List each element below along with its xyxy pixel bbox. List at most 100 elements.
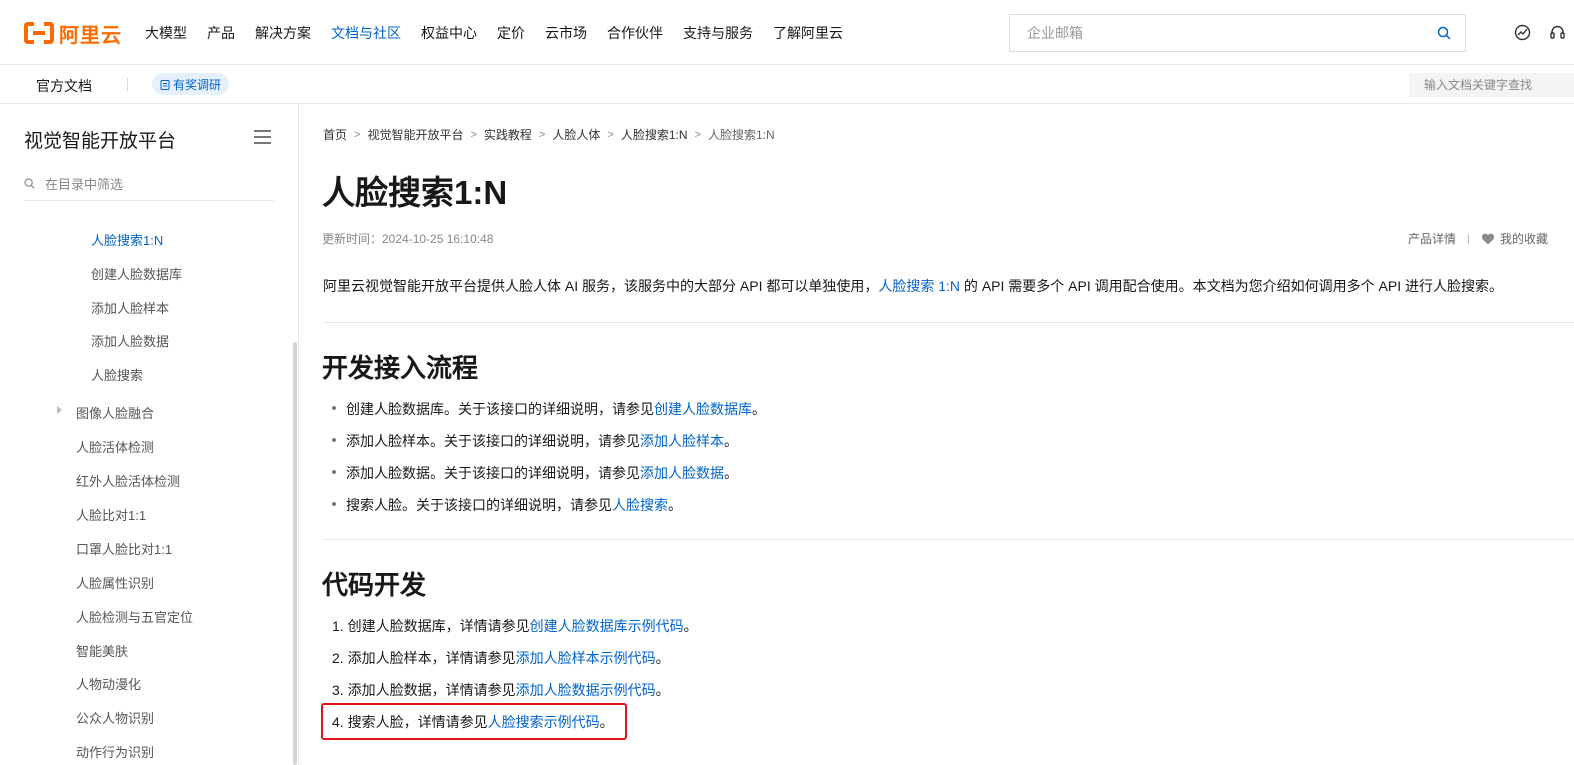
product-detail-link[interactable]: 产品详情 — [1408, 230, 1456, 247]
list-item-text: 创建人脸数据库，详情请参见 — [347, 618, 530, 634]
sidebar-item-face-search-1n[interactable]: 人脸搜索1:N — [91, 230, 163, 249]
menu-icon[interactable] — [254, 130, 271, 144]
list-item-end: 。 — [752, 401, 766, 417]
face-search-link[interactable]: 人脸搜索 — [612, 497, 668, 513]
breadcrumb: 首页 > 视觉智能开放平台 > 实践教程 > 人脸人体 > 人脸搜索1:N > … — [323, 126, 775, 143]
list-item-end: 。 — [724, 433, 738, 449]
sidebar-filter — [24, 170, 274, 201]
list-item: 3. 添加人脸数据，详情请参见添加人脸数据示例代码。 — [332, 680, 670, 700]
breadcrumb-face-search-1n[interactable]: 人脸搜索1:N — [621, 126, 688, 143]
nav-item-partners[interactable]: 合作伙伴 — [607, 23, 663, 43]
updated-time: 更新时间：2024-10-25 16:10:48 — [322, 232, 494, 246]
highlight-box — [321, 703, 627, 740]
nav-item-support[interactable]: 支持与服务 — [683, 23, 753, 43]
add-face-data-link[interactable]: 添加人脸数据 — [640, 465, 724, 481]
favorite-link[interactable]: 我的收藏 — [1500, 230, 1548, 247]
sidebar-item-add-face-data[interactable]: 添加人脸数据 — [91, 331, 169, 350]
list-item-number: 2. — [332, 650, 344, 666]
section-divider — [323, 322, 1574, 323]
breadcrumb-current: 人脸搜索1:N — [707, 128, 775, 142]
sidebar-item-face-merge[interactable]: 图像人脸融合 — [76, 403, 154, 422]
breadcrumb-tutorials[interactable]: 实践教程 — [484, 126, 532, 143]
bullet-dot — [332, 470, 336, 475]
list-item-end: 。 — [655, 650, 670, 666]
nav-item-models[interactable]: 大模型 — [145, 23, 187, 43]
subbar-divider — [127, 78, 128, 91]
aliyun-logo-icon — [24, 22, 54, 44]
top-navigation: 阿里云 大模型 产品 解决方案 文档与社区 权益中心 定价 云市场 合作伙伴 支… — [0, 0, 1574, 65]
sidebar-filter-input[interactable] — [45, 170, 270, 198]
survey-icon — [160, 79, 170, 90]
sidebar-item-face-compare[interactable]: 人脸比对1:1 — [76, 505, 146, 524]
sidebar-item-face-landmarks[interactable]: 人脸检测与五官定位 — [76, 607, 193, 626]
article-content: 首页 > 视觉智能开放平台 > 实践教程 > 人脸人体 > 人脸搜索1:N > … — [299, 104, 1574, 765]
list-item: 2. 添加人脸样本，详情请参见添加人脸样本示例代码。 — [332, 648, 670, 668]
list-item: 添加人脸数据。关于该接口的详细说明，请参见添加人脸数据。 — [332, 463, 738, 483]
nav-item-pricing[interactable]: 定价 — [497, 23, 525, 43]
list-item-text: 添加人脸样本。关于该接口的详细说明，请参见 — [346, 433, 640, 449]
nav-item-about[interactable]: 了解阿里云 — [773, 23, 843, 43]
sidebar-item-anime-style[interactable]: 人物动漫化 — [76, 674, 141, 693]
list-item-end: 。 — [668, 497, 682, 513]
add-face-sample-link[interactable]: 添加人脸样本 — [640, 433, 724, 449]
sidebar-item-face-liveness[interactable]: 人脸活体检测 — [76, 437, 154, 456]
article-meta-actions: 产品详情 我的收藏 — [1408, 230, 1548, 247]
bullet-dot — [332, 438, 336, 443]
nav-item-docs[interactable]: 文档与社区 — [331, 23, 401, 43]
bullet-dot — [332, 502, 336, 507]
list-item-end: 。 — [655, 682, 670, 698]
official-docs-link[interactable]: 官方文档 — [36, 76, 92, 96]
breadcrumb-platform[interactable]: 视觉智能开放平台 — [367, 126, 463, 143]
chevron-right-icon: > — [470, 128, 477, 141]
search-icon[interactable] — [1437, 26, 1451, 40]
list-item-end: 。 — [724, 465, 738, 481]
sidebar-scrollbar[interactable] — [293, 342, 297, 765]
intro-face-search-link[interactable]: 人脸搜索 1:N — [878, 278, 960, 294]
list-item-end: 。 — [683, 618, 698, 634]
doc-search-input[interactable] — [1409, 73, 1574, 97]
nav-item-benefits[interactable]: 权益中心 — [421, 23, 477, 43]
survey-label: 有奖调研 — [173, 77, 222, 92]
create-face-db-sample-code-link[interactable]: 创建人脸数据库示例代码 — [530, 618, 684, 634]
nav-item-marketplace[interactable]: 云市场 — [545, 23, 587, 43]
heart-icon[interactable] — [1481, 233, 1495, 245]
list-item: 添加人脸样本。关于该接口的详细说明，请参见添加人脸样本。 — [332, 431, 738, 451]
survey-badge[interactable]: 有奖调研 — [152, 73, 230, 95]
sidebar-item-skin-beauty[interactable]: 智能美肤 — [76, 641, 128, 660]
sidebar-item-face-search[interactable]: 人脸搜索 — [91, 365, 143, 384]
add-face-sample-code-link[interactable]: 添加人脸样本示例代码 — [516, 650, 656, 666]
aliyun-logo[interactable]: 阿里云 — [24, 21, 122, 47]
sidebar-item-action-recognition[interactable]: 动作行为识别 — [76, 742, 154, 761]
section-heading-workflow: 开发接入流程 — [322, 353, 479, 383]
doc-search-box — [1409, 73, 1574, 97]
breadcrumb-home[interactable]: 首页 — [323, 126, 347, 143]
nav-item-products[interactable]: 产品 — [207, 23, 235, 43]
breadcrumb-face-body[interactable]: 人脸人体 — [552, 126, 600, 143]
sidebar-item-create-face-db[interactable]: 创建人脸数据库 — [91, 264, 182, 283]
sidebar-item-celebrity-recognition[interactable]: 公众人物识别 — [76, 708, 154, 727]
section-divider — [323, 539, 1574, 540]
chevron-right-icon: > — [538, 128, 546, 141]
chevron-right-icon: > — [607, 128, 614, 141]
list-item-text: 创建人脸数据库。关于该接口的详细说明，请参见 — [346, 401, 654, 417]
search-icon — [24, 178, 35, 189]
nav-item-solutions[interactable]: 解决方案 — [255, 23, 311, 43]
sidebar-item-face-attributes[interactable]: 人脸属性识别 — [76, 573, 154, 592]
list-item: 1. 创建人脸数据库，详情请参见创建人脸数据库示例代码。 — [332, 616, 698, 636]
list-item: 创建人脸数据库。关于该接口的详细说明，请参见创建人脸数据库。 — [332, 399, 766, 419]
top-search-input[interactable] — [1010, 15, 1420, 51]
list-item-text: 添加人脸样本，详情请参见 — [347, 650, 516, 666]
chevron-right-icon: > — [694, 128, 701, 141]
create-face-db-link[interactable]: 创建人脸数据库 — [654, 401, 752, 417]
list-item-text: 添加人脸数据，详情请参见 — [347, 682, 516, 698]
sidebar-item-ir-face-liveness[interactable]: 红外人脸活体检测 — [76, 471, 180, 490]
sidebar-item-mask-face-compare[interactable]: 口罩人脸比对1:1 — [76, 539, 172, 558]
headset-icon[interactable] — [1549, 24, 1566, 41]
globe-icon[interactable] — [1514, 24, 1531, 41]
add-face-data-code-link[interactable]: 添加人脸数据示例代码 — [516, 682, 656, 698]
list-item-text: 搜索人脸。关于该接口的详细说明，请参见 — [346, 497, 612, 513]
list-item-number: 1. — [332, 618, 344, 634]
intro-text-end: 的 API 需要多个 API 调用配合使用。本文档为您介绍如何调用多个 API … — [960, 278, 1503, 294]
sidebar-item-add-face-sample[interactable]: 添加人脸样本 — [91, 298, 169, 317]
caret-right-icon[interactable] — [57, 406, 62, 414]
